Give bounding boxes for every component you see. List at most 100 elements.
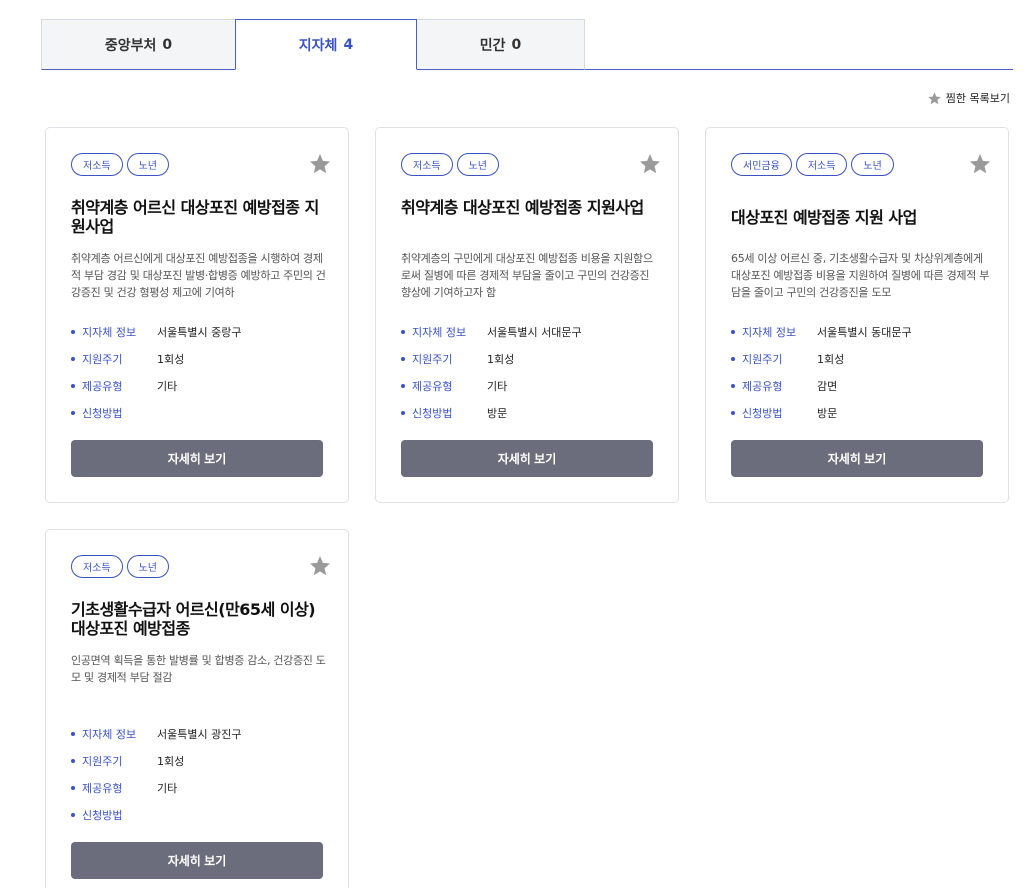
tag: 노년 [456, 153, 500, 176]
favorite-star-icon[interactable] [308, 152, 332, 176]
info-key: 지원주기 [742, 352, 783, 366]
card-description: 취약계층의 구민에게 대상포진 예방접종 비용을 지원함으로써 질병에 따른 경… [401, 252, 653, 299]
info-key: 지자체 정보 [82, 325, 137, 339]
bullet-icon [71, 410, 75, 415]
tag: 노년 [851, 153, 894, 176]
card-title: 대상포진 예방접종 지원 사업 [731, 208, 917, 227]
info-row-apply: 신청방법 방문 [401, 399, 661, 426]
tab-count: 0 [162, 36, 173, 53]
bullet-icon [401, 383, 405, 388]
tab-label: 지자체 [298, 37, 338, 54]
card-description: 인공면역 획득을 통한 발병률 및 합병증 감소, 건강증진 도모 및 경제적 … [71, 654, 326, 684]
bullet-icon [401, 410, 405, 415]
info-key: 지원주기 [82, 352, 123, 366]
bullet-icon [71, 758, 75, 763]
detail-button[interactable]: 자세히 보기 [71, 842, 323, 879]
tab-central-government[interactable]: 중앙부처 0 [41, 19, 236, 70]
info-row-cycle: 지원주기 1회성 [401, 345, 661, 372]
info-key: 지원주기 [82, 754, 123, 768]
info-row-apply: 신청방법 [71, 801, 331, 828]
detail-button[interactable]: 자세히 보기 [401, 440, 653, 477]
card-info: 지자체 정보 서울특별시 서대문구 지원주기 1회성 제공유형 기타 신청방법 방문 [401, 318, 661, 426]
info-row-apply: 신청방법 방문 [731, 399, 991, 426]
tab-count: 0 [511, 36, 522, 53]
tag: 서민금융 [731, 153, 792, 176]
info-value: 감면 [817, 379, 838, 393]
favorite-star-icon[interactable] [308, 554, 332, 578]
info-key: 신청방법 [412, 406, 453, 420]
bullet-icon [71, 329, 75, 334]
info-value: 1회성 [817, 352, 845, 366]
tag: 노년 [126, 153, 170, 176]
bullet-icon [71, 785, 75, 790]
info-row-cycle: 지원주기 1회성 [71, 747, 331, 774]
info-value: 방문 [487, 406, 508, 420]
info-key: 신청방법 [82, 406, 123, 420]
tag-list: 서민금융 저소득 노년 [731, 153, 894, 176]
info-key: 제공유형 [82, 781, 123, 795]
info-key: 제공유형 [82, 379, 123, 393]
bullet-icon [731, 329, 735, 334]
card-info: 지자체 정보 서울특별시 동대문구 지원주기 1회성 제공유형 감면 신청방법 방문 [731, 318, 991, 426]
bullet-icon [731, 410, 735, 415]
info-row-cycle: 지원주기 1회성 [731, 345, 991, 372]
bullet-icon [731, 383, 735, 388]
favorites-list-link[interactable]: 찜한 목록보기 [927, 90, 1010, 106]
info-row-type: 제공유형 기타 [401, 372, 661, 399]
tag: 노년 [126, 555, 170, 578]
favorite-star-icon[interactable] [968, 152, 992, 176]
info-key: 지자체 정보 [82, 727, 137, 741]
info-key: 제공유형 [742, 379, 783, 393]
info-row-region: 지자체 정보 서울특별시 중랑구 [71, 318, 331, 345]
favorites-list-label: 찜한 목록보기 [945, 92, 1010, 105]
detail-button[interactable]: 자세히 보기 [731, 440, 983, 477]
detail-button[interactable]: 자세히 보기 [71, 440, 323, 477]
info-row-type: 제공유형 기타 [71, 372, 331, 399]
card-info: 지자체 정보 서울특별시 중랑구 지원주기 1회성 제공유형 기타 신청방법 [71, 318, 331, 426]
service-card: 서민금융 저소득 노년 대상포진 예방접종 지원 사업 65세 이상 어르신 중… [705, 127, 1009, 503]
info-value: 방문 [817, 406, 838, 420]
info-value: 서울특별시 동대문구 [817, 325, 912, 339]
info-value: 서울특별시 광진구 [157, 727, 242, 741]
info-key: 신청방법 [742, 406, 783, 420]
info-key: 지원주기 [412, 352, 453, 366]
info-value: 1회성 [157, 754, 185, 768]
info-key: 지자체 정보 [742, 325, 797, 339]
tab-label: 중앙부처 [104, 37, 157, 54]
info-value: 기타 [157, 781, 178, 795]
category-tabs: 중앙부처 0 지자체 4 민간 0 [41, 19, 1013, 70]
bullet-icon [401, 356, 405, 361]
service-card: 저소득 노년 기초생활수급자 어르신(만65세 이상) 대상포진 예방접종 인공… [45, 529, 349, 888]
info-key: 지자체 정보 [412, 325, 467, 339]
bullet-icon [71, 731, 75, 736]
card-info: 지자체 정보 서울특별시 광진구 지원주기 1회성 제공유형 기타 신청방법 [71, 720, 331, 828]
tab-local-government[interactable]: 지자체 4 [235, 19, 417, 70]
card-title: 취약계층 어르신 대상포진 예방접종 지원사업 [71, 198, 319, 236]
bullet-icon [71, 812, 75, 817]
bullet-icon [71, 356, 75, 361]
card-title: 기초생활수급자 어르신(만65세 이상) 대상포진 예방접종 [71, 600, 316, 638]
tag-list: 저소득 노년 [71, 555, 170, 578]
info-row-type: 제공유형 감면 [731, 372, 991, 399]
tag: 저소득 [71, 555, 123, 578]
card-description: 65세 이상 어르신 중, 기초생활수급자 및 차상위계층에게 대상포진 예방접… [731, 252, 990, 299]
tag: 저소득 [795, 153, 848, 176]
info-row-region: 지자체 정보 서울특별시 서대문구 [401, 318, 661, 345]
tab-private[interactable]: 민간 0 [416, 19, 585, 70]
info-value: 서울특별시 서대문구 [487, 325, 582, 339]
bullet-icon [731, 356, 735, 361]
info-value: 1회성 [157, 352, 185, 366]
info-row-region: 지자체 정보 서울특별시 동대문구 [731, 318, 991, 345]
favorite-star-icon[interactable] [638, 152, 662, 176]
card-description: 취약계층 어르신에게 대상포진 예방접종을 시행하여 경제적 부담 경감 및 대… [71, 252, 326, 299]
info-row-type: 제공유형 기타 [71, 774, 331, 801]
info-value: 서울특별시 중랑구 [157, 325, 242, 339]
tag: 저소득 [71, 153, 123, 176]
bullet-icon [71, 383, 75, 388]
tag-list: 저소득 노년 [401, 153, 500, 176]
tag-list: 저소득 노년 [71, 153, 170, 176]
service-card: 저소득 노년 취약계층 대상포진 예방접종 지원사업 취약계층의 구민에게 대상… [375, 127, 679, 503]
info-row-cycle: 지원주기 1회성 [71, 345, 331, 372]
tag: 저소득 [401, 153, 453, 176]
info-row-apply: 신청방법 [71, 399, 331, 426]
